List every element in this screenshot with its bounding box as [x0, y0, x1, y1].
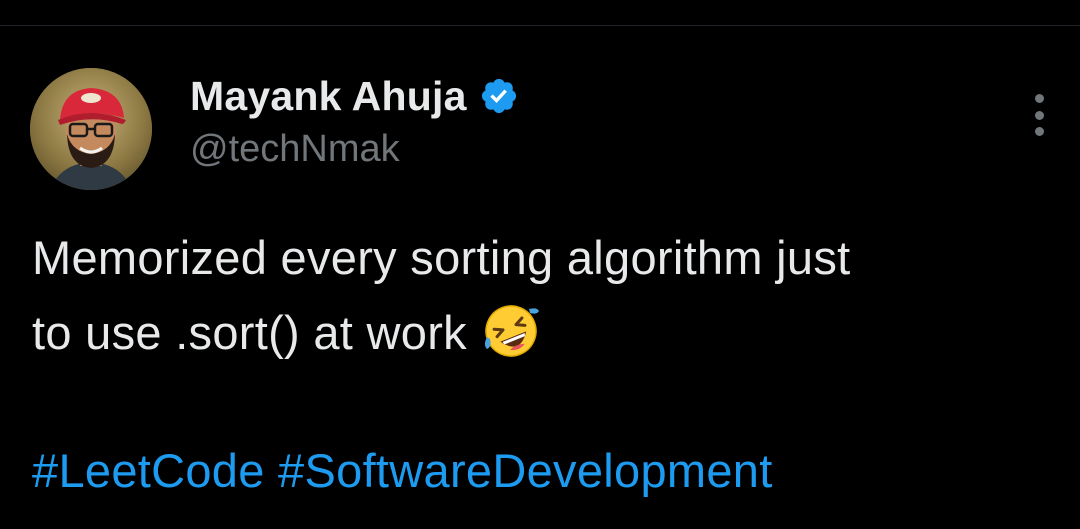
- name-row: Mayank Ahuja: [190, 70, 519, 122]
- user-handle[interactable]: @techNmak: [190, 128, 519, 171]
- hashtag-leetcode[interactable]: #LeetCode: [32, 444, 265, 497]
- hashtags: #LeetCode #SoftwareDevelopment: [32, 433, 773, 508]
- avatar[interactable]: [30, 68, 152, 190]
- more-dot: [1034, 110, 1044, 120]
- verified-badge-icon: [479, 76, 519, 116]
- tweet-text-line-2-wrapper: to use .sort() at work: [32, 295, 1042, 370]
- hashtag-software-development[interactable]: #SoftwareDevelopment: [278, 444, 773, 497]
- more-dot: [1034, 127, 1044, 136]
- tweet-text: Memorized every sorting algorithm just t…: [32, 220, 1042, 370]
- top-divider: [0, 0, 1080, 26]
- more-options-icon[interactable]: [1022, 90, 1056, 140]
- display-name[interactable]: Mayank Ahuja: [190, 73, 467, 120]
- tweet: Mayank Ahuja @techNmak Memorized every s…: [0, 26, 1080, 529]
- tweet-text-line-2: to use .sort() at work: [32, 306, 467, 359]
- more-dot: [1034, 94, 1044, 103]
- tweet-text-line-1: Memorized every sorting algorithm just: [32, 231, 851, 284]
- tweet-header: Mayank Ahuja @techNmak: [190, 70, 519, 171]
- rolling-on-the-floor-laughing-icon: [481, 301, 541, 361]
- avatar-image: [30, 68, 152, 190]
